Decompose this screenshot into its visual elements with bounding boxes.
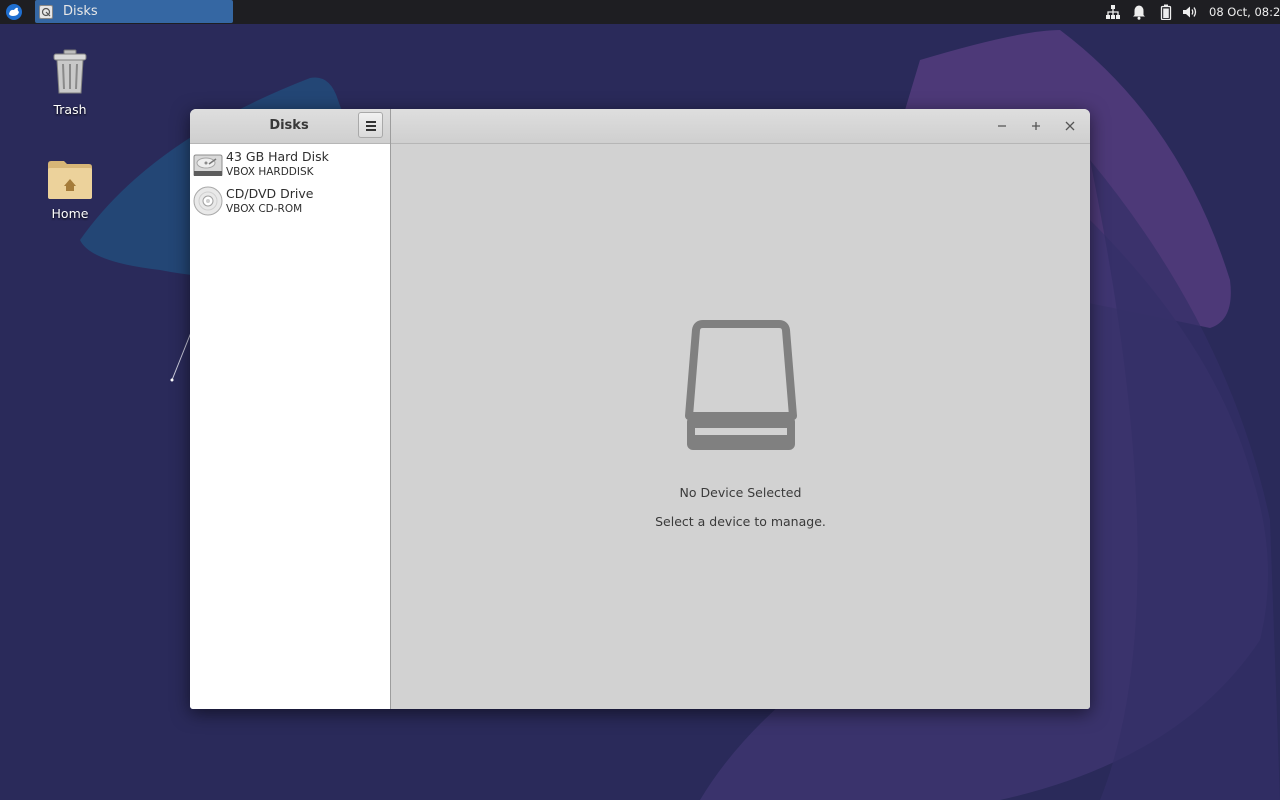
app-menu-button[interactable] bbox=[358, 112, 383, 138]
desktop-icon-label: Trash bbox=[53, 102, 87, 117]
taskbar-item-label: Disks bbox=[63, 4, 98, 19]
empty-state-subtitle: Select a device to manage. bbox=[655, 514, 826, 529]
sidebar-header: Disks bbox=[190, 109, 390, 144]
minimize-button[interactable] bbox=[994, 118, 1010, 134]
hamburger-icon bbox=[366, 129, 376, 131]
hamburger-icon bbox=[366, 125, 376, 127]
desktop-icon-home[interactable]: Home bbox=[30, 158, 110, 221]
close-button[interactable] bbox=[1062, 118, 1078, 134]
taskbar-item-disks[interactable]: Disks bbox=[35, 0, 233, 23]
drive-placeholder-icon bbox=[685, 320, 797, 450]
desktop-icon-label: Home bbox=[51, 206, 89, 221]
device-name: CD/DVD Drive bbox=[226, 186, 314, 201]
battery-icon[interactable] bbox=[1158, 4, 1174, 20]
trash-icon bbox=[53, 49, 87, 94]
whisker-menu-button[interactable] bbox=[4, 2, 24, 22]
xfce-logo-icon bbox=[6, 4, 22, 20]
device-name: 43 GB Hard Disk bbox=[226, 149, 329, 164]
top-panel: Disks 08 Oct, 08:20 bbox=[0, 0, 1280, 24]
header-bar[interactable] bbox=[391, 109, 1090, 144]
device-model: VBOX CD-ROM bbox=[226, 203, 303, 215]
clock[interactable]: 08 Oct, 08:20 bbox=[1209, 5, 1280, 19]
disks-app-icon bbox=[39, 4, 53, 19]
device-list-item[interactable]: 43 GB Hard Disk VBOX HARDDISK bbox=[190, 146, 390, 182]
notification-bell-icon[interactable] bbox=[1131, 4, 1147, 20]
device-model: VBOX HARDDISK bbox=[226, 166, 314, 178]
device-list: 43 GB Hard Disk VBOX HARDDISK CD/DVD Dri… bbox=[190, 144, 390, 709]
home-folder-icon bbox=[48, 161, 92, 199]
harddisk-icon bbox=[193, 154, 223, 176]
network-icon[interactable] bbox=[1105, 4, 1121, 20]
hamburger-icon bbox=[366, 121, 376, 123]
optical-drive-icon bbox=[193, 186, 223, 216]
disks-window: Disks 43 GB Hard Disk VBOX HARDDISK CD/D… bbox=[190, 109, 1090, 709]
device-list-item[interactable]: CD/DVD Drive VBOX CD-ROM bbox=[190, 183, 390, 219]
volume-icon[interactable] bbox=[1182, 4, 1198, 20]
desktop-icon-trash[interactable]: Trash bbox=[30, 48, 110, 117]
empty-state-title: No Device Selected bbox=[679, 485, 802, 500]
device-details-pane: No Device Selected Select a device to ma… bbox=[391, 144, 1090, 709]
maximize-button[interactable] bbox=[1028, 118, 1044, 134]
